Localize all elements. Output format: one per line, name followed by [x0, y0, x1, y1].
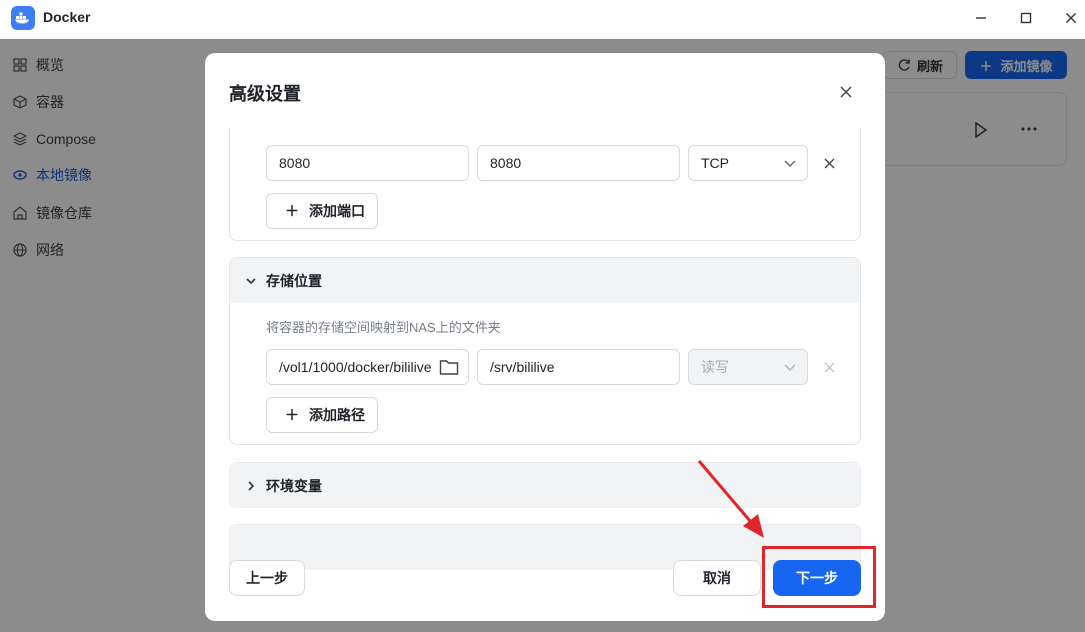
add-path-button[interactable]: ＋ 添加路径: [266, 397, 378, 433]
storage-panel-header[interactable]: 存储位置: [230, 258, 860, 303]
remove-port-icon[interactable]: [821, 155, 837, 171]
annotation-arrow-icon: [697, 460, 764, 538]
ports-panel: 8080 8080 TCP ＋ 添加端口: [229, 128, 861, 241]
prev-step-button[interactable]: 上一步: [229, 560, 305, 596]
minimize-button[interactable]: [958, 0, 1004, 36]
app-title: Docker: [43, 9, 91, 25]
protocol-value: TCP: [701, 155, 729, 171]
storage-hint: 将容器的存储空间映射到NAS上的文件夹: [266, 320, 501, 335]
chevron-down-icon: [784, 364, 796, 372]
mount-mode-select[interactable]: 读写: [688, 349, 808, 385]
storage-panel-title: 存储位置: [266, 272, 322, 289]
plus-icon: ＋: [285, 407, 299, 423]
plus-icon: ＋: [285, 203, 299, 219]
host-port-input[interactable]: 8080: [266, 145, 469, 181]
env-panel-title: 环境变量: [266, 477, 322, 494]
chevron-down-icon: [244, 274, 258, 288]
chevron-down-icon: [784, 160, 796, 168]
advanced-settings-dialog: 高级设置 8080 8080 TCP ＋ 添加端口 存储位置 将容器的存储空间映…: [205, 53, 885, 621]
title-bar: Docker: [0, 0, 1085, 39]
dialog-body[interactable]: 8080 8080 TCP ＋ 添加端口 存储位置 将容器的存储空间映射到NAS…: [205, 128, 885, 590]
annotation-highlight-box: [762, 546, 876, 608]
maximize-button[interactable]: [1003, 0, 1049, 36]
container-port-input[interactable]: 8080: [477, 145, 680, 181]
container-port-value: 8080: [490, 155, 522, 171]
close-window-button[interactable]: [1048, 0, 1085, 36]
cancel-button[interactable]: 取消: [673, 560, 761, 596]
add-port-button[interactable]: ＋ 添加端口: [266, 193, 378, 229]
remove-path-icon[interactable]: [821, 359, 837, 375]
container-path-value: /srv/bililive: [490, 359, 555, 375]
dialog-title: 高级设置: [229, 84, 301, 104]
close-icon[interactable]: [835, 81, 857, 103]
add-port-label: 添加端口: [309, 203, 365, 219]
docker-logo-icon: [11, 6, 35, 30]
container-path-input[interactable]: /srv/bililive: [477, 349, 680, 385]
host-path-value: /vol1/1000/docker/bililive: [279, 359, 432, 375]
mount-mode-value: 读写: [701, 359, 729, 375]
add-path-label: 添加路径: [309, 407, 365, 423]
protocol-select[interactable]: TCP: [688, 145, 808, 181]
storage-panel: 存储位置 将容器的存储空间映射到NAS上的文件夹 /vol1/1000/dock…: [229, 257, 861, 445]
chevron-right-icon: [244, 479, 258, 493]
folder-icon[interactable]: [439, 358, 459, 376]
host-path-input[interactable]: /vol1/1000/docker/bililive: [266, 349, 469, 385]
host-port-value: 8080: [279, 155, 311, 171]
